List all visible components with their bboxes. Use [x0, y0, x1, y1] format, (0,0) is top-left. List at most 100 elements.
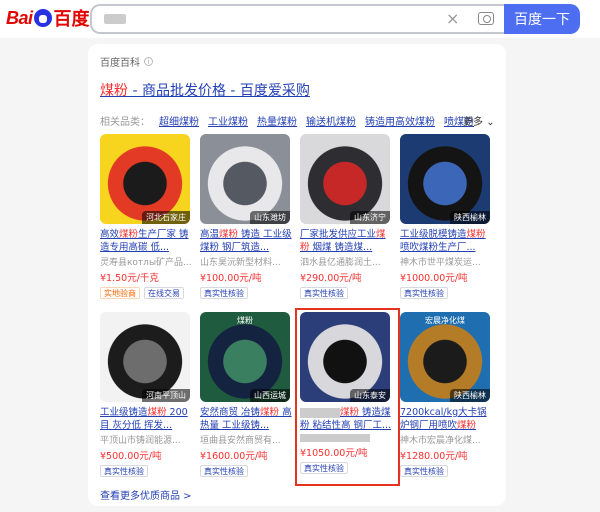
- more-label: 更多: [463, 117, 483, 128]
- company-name: 垣曲县安然商贸有...: [200, 436, 281, 446]
- selection-highlight-box: [295, 308, 400, 486]
- title-text: 高效: [100, 229, 120, 240]
- result-title-link[interactable]: 煤粉 - 商品批发价格 - 百度爱采购: [100, 80, 310, 100]
- image-badge: 宏晨净化煤: [425, 316, 465, 325]
- see-more-products-link[interactable]: 查看更多优质商品 >: [100, 487, 192, 502]
- product-image[interactable]: 河南平顶山: [100, 312, 190, 402]
- location-badge: 河南平顶山: [142, 389, 190, 402]
- product-tags: 真实性核验: [400, 465, 492, 477]
- title-text: 喷吹煤粉生产厂...: [400, 242, 476, 253]
- title-highlight: 煤粉: [100, 83, 128, 99]
- product-price: ¥1600.00元/吨: [200, 451, 268, 462]
- category-link[interactable]: 工业煤粉: [208, 113, 248, 128]
- product-card[interactable]: 河南平顶山 工业级铸造煤粉 200目 灰分低 挥发... 平顶山市铸润能源... ¥5…: [100, 312, 192, 477]
- top-bar: Bai 百度 × 百度一下: [0, 0, 600, 38]
- camera-icon[interactable]: [478, 12, 494, 25]
- title-keyword: 煤粉: [457, 420, 477, 431]
- product-title-link[interactable]: 工业级脱模铸造煤粉 喷吹煤粉生产厂...: [400, 228, 492, 254]
- product-price: ¥1.50元/千克: [100, 273, 159, 284]
- verification-tag: 真实性核验: [300, 287, 348, 299]
- title-text: 高温: [200, 229, 220, 240]
- product-tags: 真实性核验: [200, 465, 292, 477]
- category-link[interactable]: 超细煤粉: [159, 113, 199, 128]
- title-keyword: 煤粉: [219, 229, 239, 240]
- company-name: 神木市世平煤炭运...: [400, 258, 481, 268]
- product-tags: 真实性核验: [200, 287, 292, 299]
- title-text: 厂家批发供应工业: [300, 229, 377, 240]
- company-name: 山东昊沅新型材料...: [200, 258, 281, 268]
- product-tags: 真实性核验: [300, 287, 392, 299]
- location-badge: 山东潍坊: [250, 211, 290, 224]
- company-name: 神木市宏晨净化煤...: [400, 436, 481, 446]
- product-image[interactable]: 煤粉山西运城: [200, 312, 290, 402]
- info-icon[interactable]: i: [144, 57, 153, 66]
- product-card[interactable]: 河北石家庄高效煤粉生产厂家 铸造专用高碳 低... 灵寿县котлы矿产品... ¥…: [100, 134, 192, 299]
- query-text-blurred: [104, 14, 126, 24]
- product-price: ¥290.00元/吨: [300, 273, 362, 284]
- product-card[interactable]: 陕西榆林工业级脱模铸造煤粉 喷吹煤粉生产厂... 神木市世平煤炭运... ¥1000…: [400, 134, 492, 299]
- source-label: 百度百科: [100, 58, 140, 69]
- location-badge: 山西运城: [250, 389, 290, 402]
- clear-icon[interactable]: ×: [446, 9, 459, 28]
- verification-tag: 真实性核验: [400, 465, 448, 477]
- product-price: ¥1000.00元/吨: [400, 273, 468, 284]
- title-text: 烟煤 铸造煤...: [309, 242, 373, 253]
- baidu-logo[interactable]: Bai 百度: [6, 6, 90, 30]
- result-source: 百度百科 i: [100, 54, 153, 69]
- location-badge: 陕西榆林: [450, 211, 490, 224]
- logo-text-bai: Bai: [6, 7, 33, 28]
- verification-tag: 真实性核验: [100, 465, 148, 477]
- product-card[interactable]: 煤粉 山西运城 安然商贸 冶铸煤粉 高热量 工业级铸... 垣曲县安然商贸有... ¥1…: [200, 312, 292, 477]
- product-tags: 实地验商 在线交易: [100, 287, 192, 299]
- product-title-link[interactable]: 工业级铸造煤粉 200目 灰分低 挥发...: [100, 406, 192, 432]
- product-card[interactable]: 宏晨净化煤 陕西榆林 7200kcal/kg大卡锅炉钢厂用喷吹煤粉神木市宏晨净化煤.…: [400, 312, 492, 477]
- title-text: 工业级铸造: [100, 407, 148, 418]
- category-link[interactable]: 输送机煤粉: [306, 113, 356, 128]
- result-card: 百度百科 i 煤粉 - 商品批发价格 - 百度爱采购 相关品类： 超细煤粉 工业…: [88, 44, 506, 506]
- company-name: 平顶山市铸润能源...: [100, 436, 181, 446]
- verification-tag: 在线交易: [144, 287, 184, 299]
- verification-tag: 真实性核验: [200, 287, 248, 299]
- product-title-link[interactable]: 安然商贸 冶铸煤粉 高热量 工业级铸...: [200, 406, 292, 432]
- product-title-link[interactable]: 厂家批发供应工业煤粉 烟煤 铸造煤...: [300, 228, 392, 254]
- product-card[interactable]: 山东潍坊高温煤粉 铸造 工业级煤粉 钢厂筑造... 山东昊沅新型材料... ¥100…: [200, 134, 292, 299]
- verification-tag: 真实性核验: [200, 465, 248, 477]
- product-image[interactable]: 山东济宁: [300, 134, 390, 224]
- product-title-link[interactable]: 7200kcal/kg大卡锅炉钢厂用喷吹煤粉: [400, 406, 492, 432]
- product-tags: 真实性核验: [100, 465, 192, 477]
- verification-tag: 真实性核验: [400, 287, 448, 299]
- location-badge: 河北石家庄: [142, 211, 190, 224]
- category-bar: 相关品类： 超细煤粉 工业煤粉 热量煤粉 输送机煤粉 铸造用高效煤粉 喷煤粉: [100, 113, 496, 128]
- search-input[interactable]: ×: [90, 4, 504, 34]
- category-link[interactable]: 铸造用高效煤粉: [365, 113, 435, 128]
- title-keyword: 煤粉: [119, 229, 139, 240]
- title-keyword: 煤粉: [466, 229, 486, 240]
- logo-text-du: 百度: [53, 9, 90, 29]
- product-price: ¥1280.00元/吨: [400, 451, 468, 462]
- product-image[interactable]: 宏晨净化煤 陕西榆林: [400, 312, 490, 402]
- chevron-down-icon: ⌄: [486, 117, 495, 128]
- product-card[interactable]: 山东济宁厂家批发供应工业煤粉 烟煤 铸造煤... 泗水县亿通膨润土... ¥290.…: [300, 134, 392, 299]
- verification-tag: 实地验商: [100, 287, 140, 299]
- product-tags: 真实性核验: [400, 287, 492, 299]
- search-button[interactable]: 百度一下: [504, 4, 580, 34]
- company-name: 泗水县亿通膨润土...: [300, 258, 381, 268]
- paw-icon: [33, 9, 52, 27]
- title-text: 安然商贸 冶铸: [200, 407, 261, 418]
- product-image[interactable]: 陕西榆林: [400, 134, 490, 224]
- title-keyword: 煤粉: [147, 407, 167, 418]
- location-badge: 山东济宁: [350, 211, 390, 224]
- title-text: 工业级脱模铸造: [400, 229, 467, 240]
- image-badge: 煤粉: [237, 316, 253, 325]
- title-rest: - 商品批发价格 - 百度爱采购: [128, 83, 310, 99]
- product-price: ¥100.00元/吨: [200, 273, 262, 284]
- category-label: 相关品类：: [100, 117, 150, 128]
- product-image[interactable]: 山东潍坊: [200, 134, 290, 224]
- product-title-link[interactable]: 高效煤粉生产厂家 铸造专用高碳 低...: [100, 228, 192, 254]
- product-image[interactable]: 河北石家庄: [100, 134, 190, 224]
- more-categories-button[interactable]: 更多 ⌄: [463, 113, 495, 128]
- product-title-link[interactable]: 高温煤粉 铸造 工业级煤粉 钢厂筑造...: [200, 228, 292, 254]
- category-link[interactable]: 热量煤粉: [257, 113, 297, 128]
- title-keyword: 煤粉: [260, 407, 280, 418]
- company-name: 灵寿县котлы矿产品...: [100, 258, 192, 268]
